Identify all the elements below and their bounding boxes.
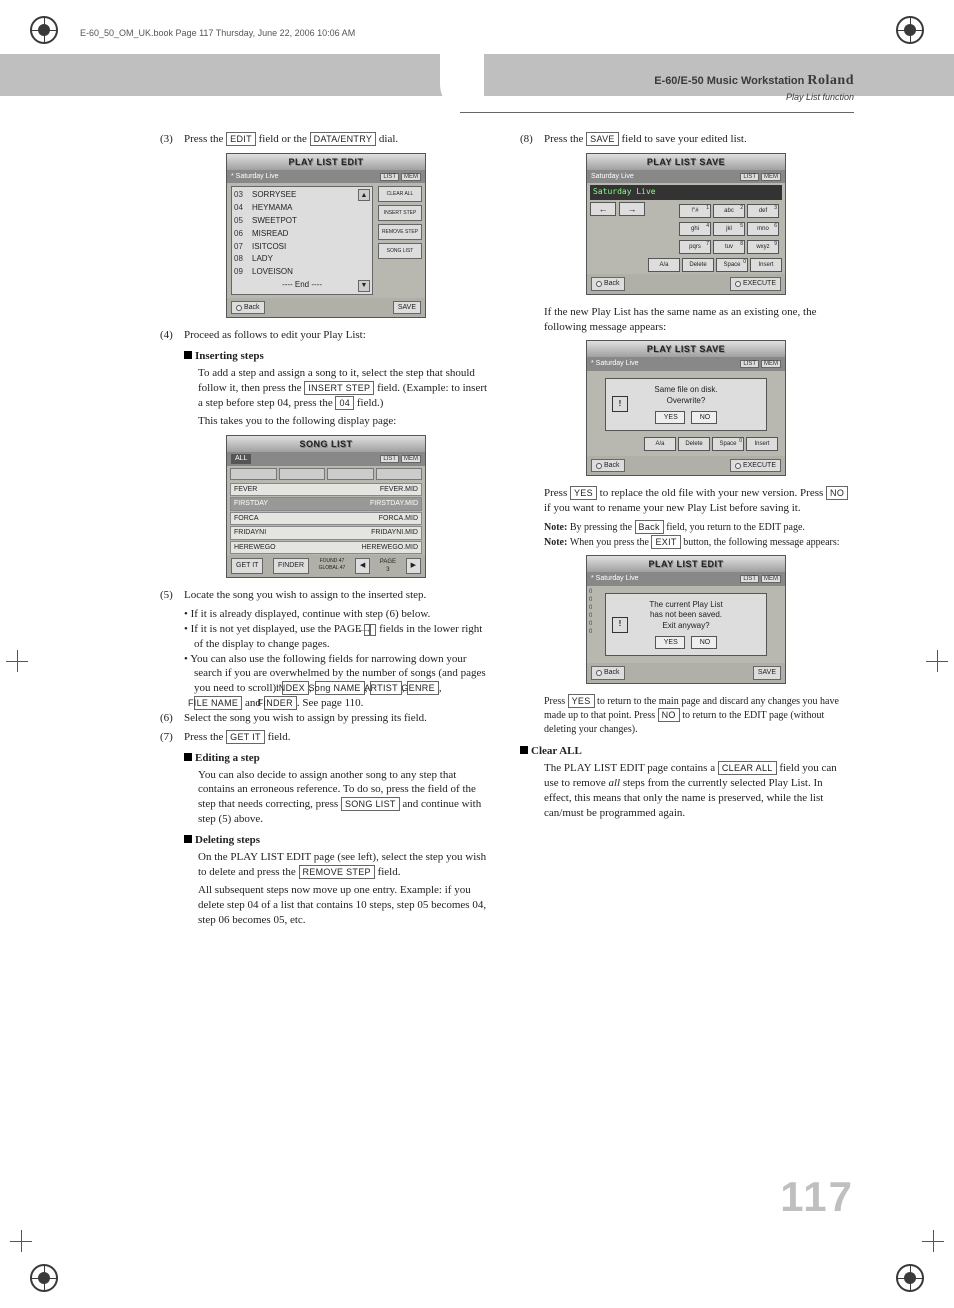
step-5: (5)Locate the song you wish to assign to… — [160, 588, 492, 603]
yes-field: YES — [570, 486, 597, 500]
screenshot-song-list: SONG LIST ALLLIST MEM FEVERFEVER.MID FIR… — [226, 435, 426, 578]
finder-btn: FINDER — [273, 558, 309, 574]
para-insert-1: To add a step and assign a song to it, s… — [198, 366, 492, 411]
clear-all-field: CLEAR ALL — [718, 761, 777, 775]
file-name-field: FILE NAME — [194, 696, 242, 710]
step-7: (7)Press the GET IT field. — [160, 730, 492, 745]
heading-inserting: Inserting steps — [184, 349, 492, 364]
exit-field: EXIT — [651, 535, 680, 549]
data-entry-dial: DATA/ENTRY — [310, 132, 377, 146]
back-btn: Back — [231, 301, 265, 314]
para-clear-all: The PLAY LIST EDIT page contains a CLEAR… — [544, 761, 852, 820]
crop-mark — [6, 650, 28, 672]
scroll-down-icon: ▼ — [358, 280, 370, 292]
step-3: (3)Press the EDIT field or the DATA/ENTR… — [160, 132, 492, 147]
scroll-up-icon: ▲ — [358, 189, 370, 201]
para-deleting-2: All subsequent steps now move up one ent… — [198, 883, 492, 928]
genre-field: GENRE — [407, 681, 439, 695]
insert-step-field: INSERT STEP — [304, 381, 374, 395]
remove-step-btn: REMOVE STEP — [378, 224, 422, 240]
song-name-field: Song NAME — [315, 681, 365, 695]
reg-mark — [30, 16, 58, 44]
artist-field: ARTIST — [370, 681, 402, 695]
cursor-left-icon: ← — [590, 202, 616, 216]
bullet-3: You can also use the following fields fo… — [184, 652, 492, 711]
warning-icon: ! — [612, 396, 628, 412]
index-field: INDEX — [282, 681, 309, 695]
get-it-field: GET IT — [226, 730, 265, 744]
screenshot-playlist-save: PLAY LIST SAVE Saturday LiveLIST MEM Sat… — [586, 153, 786, 295]
warning-icon: ! — [612, 617, 628, 633]
para-insert-2: This takes you to the following display … — [198, 414, 492, 429]
para-same-name: If the new Play List has the same name a… — [544, 305, 852, 335]
no-field: NO — [826, 486, 848, 500]
bullet-2: If it is not yet displayed, use the PAGE… — [184, 622, 492, 652]
para-exit: Press YES to return to the main page and… — [544, 694, 852, 737]
header-rule — [460, 112, 854, 113]
right-column: (8)Press the SAVE field to save your edi… — [520, 132, 852, 928]
page-meta: E-60_50_OM_UK.book Page 117 Thursday, Ju… — [80, 27, 355, 39]
field-04: 04 — [335, 396, 354, 410]
note-2: Note: When you press the EXIT button, th… — [544, 535, 852, 550]
step-6: (6)Select the song you wish to assign by… — [160, 711, 492, 726]
header-text: E-60/E-50 Music Workstation Roland Play … — [454, 72, 854, 103]
step-8: (8)Press the SAVE field to save your edi… — [520, 132, 852, 147]
shot-title: SONG LIST — [227, 436, 425, 452]
insert-step-btn: INSERT STEP — [378, 205, 422, 221]
note-1: Note: By pressing the Back field, you re… — [544, 520, 852, 535]
no-field2: NO — [658, 708, 680, 722]
brand-logo: Roland — [807, 73, 854, 88]
crop-mark — [926, 650, 948, 672]
bullet-1: If it is already displayed, continue wit… — [184, 607, 492, 622]
screenshot-exit: PLAY LIST EDIT * Saturday LiveLIST MEM 0… — [586, 555, 786, 684]
crop-mark — [922, 1230, 944, 1252]
left-column: (3)Press the EDIT field or the DATA/ENTR… — [160, 132, 492, 928]
screenshot-playlist-edit: PLAY LIST EDIT * Saturday LiveLIST MEM ▲… — [226, 153, 426, 318]
shot-listname: * Saturday Live — [231, 172, 278, 181]
save-btn: SAVE — [393, 301, 421, 314]
page-number: 117 — [780, 1169, 854, 1226]
para-deleting-1: On the PLAY LIST EDIT page (see left), s… — [198, 850, 492, 880]
para-yes-no: Press YES to replace the old file with y… — [544, 486, 852, 516]
reg-mark — [896, 16, 924, 44]
song-list-field: SONG LIST — [341, 797, 400, 811]
edit-field: EDIT — [226, 132, 256, 146]
yes-btn: YES — [655, 411, 685, 424]
section-name: Play List function — [454, 91, 854, 103]
reg-mark — [896, 1264, 924, 1292]
heading-deleting: Deleting steps — [184, 833, 492, 848]
no-btn: NO — [691, 636, 718, 649]
product-name: E-60/E-50 Music Workstation — [654, 75, 804, 87]
yes-btn: YES — [655, 636, 685, 649]
crop-mark — [10, 1230, 32, 1252]
save-field: SAVE — [586, 132, 619, 146]
heading-editing: Editing a step — [184, 751, 492, 766]
screenshot-overwrite: PLAY LIST SAVE * Saturday LiveLIST MEM !… — [586, 340, 786, 476]
clear-all-btn: CLEAR ALL — [378, 186, 422, 202]
remove-step-field: REMOVE STEP — [299, 865, 375, 879]
heading-clear-all: Clear ALL — [520, 744, 852, 759]
para-editing: You can also decide to assign another so… — [198, 768, 492, 827]
back-field: Back — [635, 520, 664, 534]
reg-mark — [30, 1264, 58, 1292]
song-list-btn: SONG LIST — [378, 243, 422, 259]
no-btn: NO — [691, 411, 718, 424]
cursor-right-icon: → — [619, 202, 645, 216]
finder-field: FINDER — [264, 696, 297, 710]
step-4: (4)Proceed as follows to edit your Play … — [160, 328, 492, 343]
shot-title: PLAY LIST EDIT — [227, 154, 425, 170]
name-input: Saturday Live — [590, 185, 782, 200]
yes-field2: YES — [568, 694, 595, 708]
